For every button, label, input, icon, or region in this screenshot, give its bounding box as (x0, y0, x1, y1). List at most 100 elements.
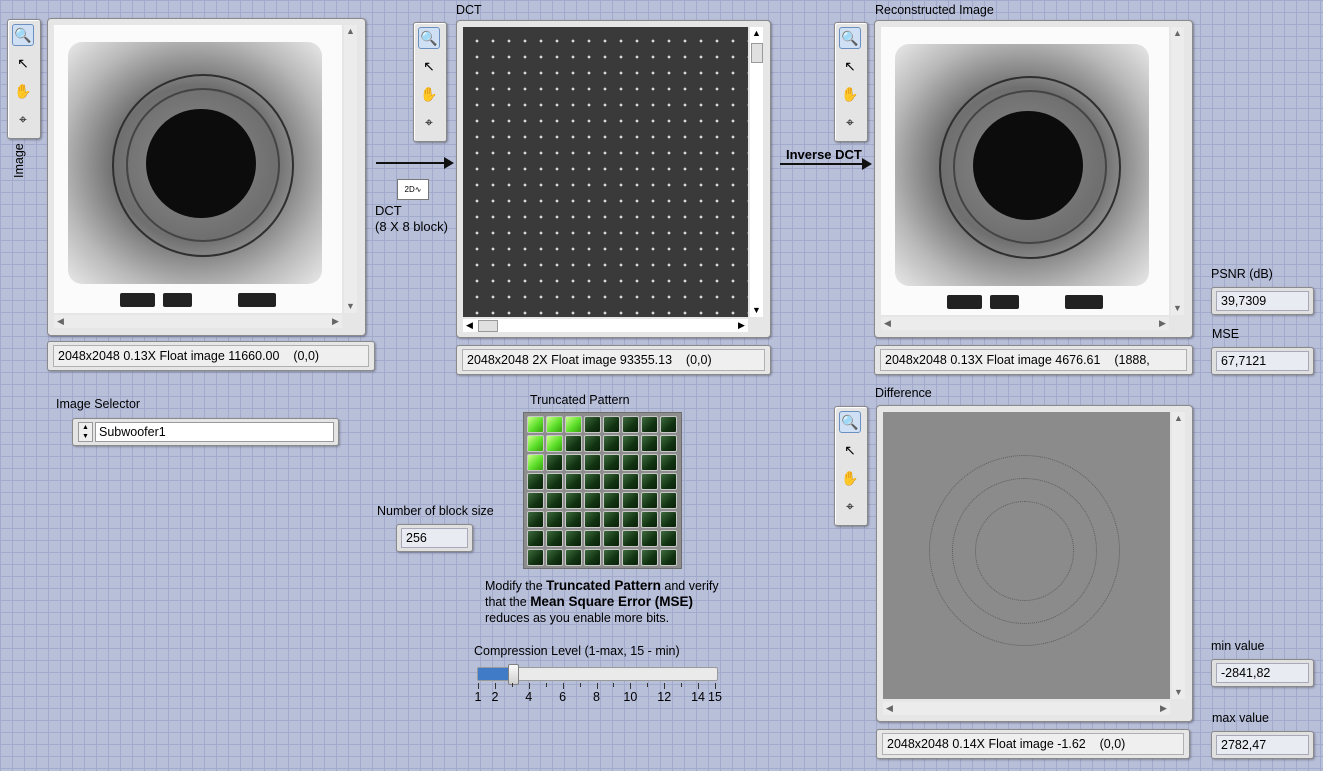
scroll-right-icon[interactable]: ▶ (329, 315, 342, 328)
pan-hand-icon[interactable]: ✋ (12, 80, 34, 102)
pointer-icon[interactable]: ↖ (418, 55, 440, 77)
pattern-led-r2-c1[interactable] (546, 454, 563, 471)
pattern-led-r7-c3[interactable] (584, 549, 601, 566)
scroll-thumb[interactable] (478, 320, 498, 332)
pattern-led-r1-c2[interactable] (565, 435, 582, 452)
scroll-down-icon[interactable]: ▼ (750, 304, 763, 317)
zoom-icon[interactable]: 🔍 (12, 24, 34, 46)
dct-display[interactable]: ▲ ▼ ◀ ▶ (456, 20, 771, 338)
scroll-down-icon[interactable]: ▼ (1172, 686, 1185, 699)
pan-hand-icon[interactable]: ✋ (839, 83, 861, 105)
pattern-led-r0-c3[interactable] (584, 416, 601, 433)
difference-display[interactable]: ▲ ▼ ◀ ▶ (876, 405, 1193, 722)
pattern-led-r0-c5[interactable] (622, 416, 639, 433)
pattern-led-r5-c1[interactable] (546, 511, 563, 528)
pattern-led-r7-c2[interactable] (565, 549, 582, 566)
pattern-led-r0-c2[interactable] (565, 416, 582, 433)
pattern-led-r0-c6[interactable] (641, 416, 658, 433)
pattern-led-r1-c7[interactable] (660, 435, 677, 452)
pattern-led-r2-c7[interactable] (660, 454, 677, 471)
pattern-led-r5-c3[interactable] (584, 511, 601, 528)
pattern-led-r3-c5[interactable] (622, 473, 639, 490)
difference-horizontal-scrollbar[interactable]: ◀ ▶ (883, 702, 1170, 715)
scroll-left-icon[interactable]: ◀ (54, 315, 67, 328)
pattern-led-r3-c7[interactable] (660, 473, 677, 490)
difference-vertical-scrollbar[interactable]: ▲ ▼ (1172, 412, 1185, 699)
pattern-led-r2-c4[interactable] (603, 454, 620, 471)
pattern-led-r5-c2[interactable] (565, 511, 582, 528)
dct-horizontal-scrollbar[interactable]: ◀ ▶ (463, 319, 748, 332)
scroll-up-icon[interactable]: ▲ (750, 27, 763, 40)
pattern-led-r2-c2[interactable] (565, 454, 582, 471)
pattern-led-r6-c6[interactable] (641, 530, 658, 547)
pattern-led-r2-c6[interactable] (641, 454, 658, 471)
pattern-led-r4-c0[interactable] (527, 492, 544, 509)
pointer-icon[interactable]: ↖ (12, 52, 34, 74)
pattern-led-r4-c2[interactable] (565, 492, 582, 509)
pattern-led-r6-c5[interactable] (622, 530, 639, 547)
pattern-led-r6-c4[interactable] (603, 530, 620, 547)
reconstructed-display[interactable]: ▲ ▼ ◀ ▶ (874, 20, 1193, 338)
crosshair-icon[interactable]: ⌖ (839, 495, 861, 517)
reconstructed-vertical-scrollbar[interactable]: ▲ ▼ (1171, 27, 1184, 315)
scroll-right-icon[interactable]: ▶ (735, 319, 748, 332)
pattern-led-r6-c1[interactable] (546, 530, 563, 547)
pattern-led-r1-c5[interactable] (622, 435, 639, 452)
pattern-led-r1-c0[interactable] (527, 435, 544, 452)
dct-vertical-scrollbar[interactable]: ▲ ▼ (750, 27, 763, 317)
pattern-led-r4-c7[interactable] (660, 492, 677, 509)
scroll-up-icon[interactable]: ▲ (1171, 27, 1184, 40)
pattern-led-r3-c3[interactable] (584, 473, 601, 490)
pointer-icon[interactable]: ↖ (839, 439, 861, 461)
pattern-led-r1-c3[interactable] (584, 435, 601, 452)
pattern-led-r6-c2[interactable] (565, 530, 582, 547)
pointer-icon[interactable]: ↖ (839, 55, 861, 77)
pattern-led-r7-c0[interactable] (527, 549, 544, 566)
pattern-led-r3-c0[interactable] (527, 473, 544, 490)
pattern-led-r3-c2[interactable] (565, 473, 582, 490)
scroll-right-icon[interactable]: ▶ (1157, 702, 1170, 715)
pattern-led-r7-c1[interactable] (546, 549, 563, 566)
compression-slider[interactable] (477, 664, 718, 685)
pattern-led-r4-c5[interactable] (622, 492, 639, 509)
pattern-led-r7-c4[interactable] (603, 549, 620, 566)
pattern-led-r0-c1[interactable] (546, 416, 563, 433)
pattern-led-r2-c3[interactable] (584, 454, 601, 471)
pattern-led-r1-c4[interactable] (603, 435, 620, 452)
pattern-led-r0-c0[interactable] (527, 416, 544, 433)
pattern-led-r4-c4[interactable] (603, 492, 620, 509)
scroll-down-icon[interactable]: ▼ (1171, 302, 1184, 315)
pattern-led-r0-c7[interactable] (660, 416, 677, 433)
scroll-thumb[interactable] (751, 43, 763, 63)
pattern-led-r6-c3[interactable] (584, 530, 601, 547)
pattern-led-r5-c7[interactable] (660, 511, 677, 528)
pattern-led-r1-c6[interactable] (641, 435, 658, 452)
pattern-led-r2-c0[interactable] (527, 454, 544, 471)
pattern-led-r3-c4[interactable] (603, 473, 620, 490)
pattern-led-r6-c0[interactable] (527, 530, 544, 547)
image-horizontal-scrollbar[interactable]: ◀ ▶ (54, 315, 342, 328)
zoom-icon[interactable]: 🔍 (839, 411, 861, 433)
pattern-led-r4-c6[interactable] (641, 492, 658, 509)
pan-hand-icon[interactable]: ✋ (839, 467, 861, 489)
image-vertical-scrollbar[interactable]: ▲ ▼ (344, 25, 357, 313)
scroll-up-icon[interactable]: ▲ (1172, 412, 1185, 425)
crosshair-icon[interactable]: ⌖ (839, 111, 861, 133)
pattern-led-r5-c6[interactable] (641, 511, 658, 528)
pattern-led-r6-c7[interactable] (660, 530, 677, 547)
scroll-left-icon[interactable]: ◀ (883, 702, 896, 715)
pattern-led-r4-c3[interactable] (584, 492, 601, 509)
pattern-led-r5-c4[interactable] (603, 511, 620, 528)
reconstructed-horizontal-scrollbar[interactable]: ◀ ▶ (881, 317, 1169, 330)
pan-hand-icon[interactable]: ✋ (418, 83, 440, 105)
scroll-left-icon[interactable]: ◀ (881, 317, 894, 330)
scroll-up-icon[interactable]: ▲ (344, 25, 357, 38)
image-selector-field[interactable]: Subwoofer1 (95, 422, 334, 442)
image-display[interactable]: ▲ ▼ ◀ ▶ (47, 18, 366, 336)
pattern-led-r1-c1[interactable] (546, 435, 563, 452)
crosshair-icon[interactable]: ⌖ (418, 111, 440, 133)
scroll-right-icon[interactable]: ▶ (1156, 317, 1169, 330)
pattern-led-r3-c6[interactable] (641, 473, 658, 490)
pattern-led-r2-c5[interactable] (622, 454, 639, 471)
spinner-arrows-icon[interactable]: ▲ ▼ (78, 422, 93, 442)
